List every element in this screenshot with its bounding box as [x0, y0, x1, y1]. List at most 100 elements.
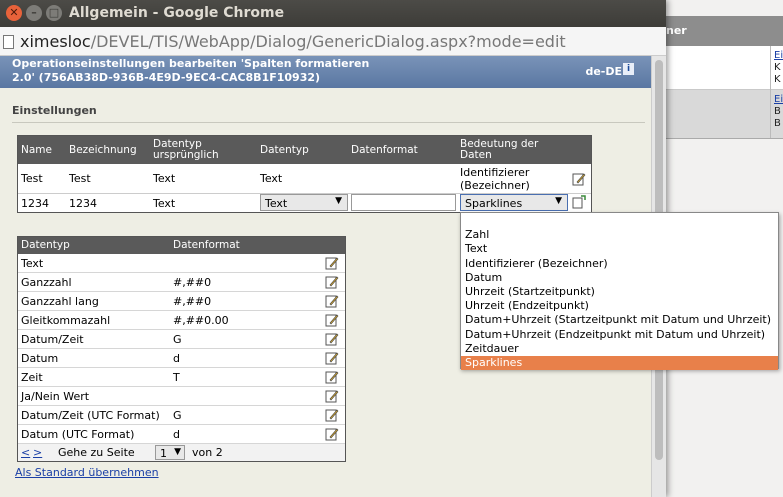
prev-page-link[interactable]: < — [21, 446, 30, 459]
meaning-select[interactable]: Sparklines ▼ — [460, 194, 568, 211]
dropdown-option[interactable]: Datum+Uhrzeit (Endzeitpunkt mit Datum un… — [461, 328, 778, 342]
format-value-cell: d — [173, 352, 180, 365]
pager: < > Gehe zu Seite 1 ▼ von 2 — [18, 444, 345, 461]
format-value-cell: #,##0.00 — [173, 314, 229, 327]
table-row: Datum/Zeit (UTC Format) G — [18, 406, 345, 425]
section-title: Einstellungen — [12, 104, 97, 117]
dropdown-option[interactable]: Zeitdauer — [461, 342, 778, 356]
close-window-button[interactable]: ✕ — [6, 5, 22, 21]
table-row: Text — [18, 254, 345, 273]
dropdown-option[interactable]: Datum — [461, 271, 778, 285]
format-type-cell: Ja/Nein Wert — [21, 390, 90, 403]
format-type-cell: Ganzzahl — [21, 276, 72, 289]
edit-icon[interactable] — [325, 408, 339, 422]
section-divider — [12, 122, 645, 123]
table-row: Gleitkommazahl #,##0.00 — [18, 311, 345, 330]
dropdown-option[interactable]: Uhrzeit (Endzeitpunkt) — [461, 299, 778, 313]
table-row: Datum (UTC Format) d — [18, 425, 345, 444]
dropdown-option[interactable]: Uhrzeit (Startzeitpunkt) — [461, 285, 778, 299]
type-select[interactable]: Text ▼ — [260, 194, 348, 211]
dialog-header-title-1: Operationseinstellungen bearbeiten 'Spal… — [12, 57, 370, 70]
info-icon[interactable]: i — [623, 63, 634, 75]
next-page-link[interactable]: > — [33, 446, 42, 459]
edit-icon[interactable] — [325, 332, 339, 346]
table-row: Zeit T — [18, 368, 345, 387]
edit-icon[interactable] — [572, 172, 586, 186]
columns-table: Name Bezeichnung Datentyp ursprünglich D… — [17, 135, 592, 213]
cell-orig-type: Text — [153, 172, 176, 185]
dropdown-option[interactable]: Sparklines — [461, 356, 778, 370]
chevron-down-icon: ▼ — [555, 196, 562, 206]
format-value-cell: G — [173, 409, 182, 422]
columns-table-header: Name Bezeichnung Datentyp ursprünglich D… — [18, 136, 591, 164]
page-select[interactable]: 1 ▼ — [155, 445, 185, 460]
col-header-format: Datenformat — [351, 144, 418, 156]
chevron-down-icon: ▼ — [335, 196, 342, 206]
chevron-down-icon: ▼ — [174, 447, 181, 457]
dropdown-option[interactable] — [461, 214, 778, 228]
minimize-window-button[interactable]: – — [26, 5, 42, 21]
format-table: Datentyp Datenformat Text Ganzzahl #,##0 Ga… — [17, 236, 346, 462]
cell-orig-type: Text — [153, 197, 176, 210]
cell-meaning: Identifizierer (Bezeichner) — [460, 166, 530, 192]
format-type-cell: Gleitkommazahl — [21, 314, 111, 327]
edit-icon[interactable] — [325, 351, 339, 365]
col-header-type: Datentyp — [260, 144, 309, 156]
table-row: Datum/Zeit G — [18, 330, 345, 349]
dropdown-option[interactable]: Identifizierer (Bezeichner) — [461, 257, 778, 271]
col-header-name: Name — [21, 144, 52, 156]
set-default-link[interactable]: Als Standard übernehmen — [15, 466, 159, 479]
format-header-format: Datenformat — [173, 239, 240, 251]
dropdown-option[interactable]: Datum+Uhrzeit (Startzeitpunkt mit Datum … — [461, 313, 778, 327]
meaning-dropdown-list: Zahl Text Identifizierer (Bezeichner) Datum… — [460, 212, 779, 370]
format-value-cell: #,##0 — [173, 276, 212, 289]
format-input[interactable] — [351, 194, 456, 211]
page-icon — [3, 35, 14, 49]
dropdown-option[interactable]: Zahl — [461, 228, 778, 242]
format-type-cell: Text — [21, 257, 44, 270]
table-row: Ja/Nein Wert — [18, 387, 345, 406]
cell-label: 1234 — [69, 197, 97, 210]
language-label: de-DE — [585, 65, 622, 78]
format-type-cell: Ganzzahl lang — [21, 295, 99, 308]
dialog-header-title-2: 2.0' (756AB38D-936B-4E9D-9EC4-CAC8B1F109… — [12, 71, 321, 84]
format-type-cell: Datum (UTC Format) — [21, 428, 135, 441]
edit-icon[interactable] — [325, 294, 339, 308]
new-document-icon[interactable] — [572, 195, 586, 209]
window-title: Allgemein - Google Chrome — [69, 5, 285, 21]
col-header-label: Bezeichnung — [69, 144, 137, 156]
maximize-window-button[interactable]: □ — [46, 5, 62, 21]
edit-icon[interactable] — [325, 389, 339, 403]
edit-icon[interactable] — [325, 256, 339, 270]
dropdown-option[interactable]: Text — [461, 242, 778, 256]
format-value-cell: d — [173, 428, 180, 441]
address-bar[interactable]: ximesloc/DEVEL/TIS/WebApp/Dialog/Generic… — [0, 27, 666, 56]
background-cell: Ei B B — [774, 94, 783, 129]
cell-name: Test — [21, 172, 43, 185]
edit-icon[interactable] — [325, 370, 339, 384]
cell-type: Text — [260, 172, 283, 185]
dialog-header: Operationseinstellungen bearbeiten 'Spal… — [0, 56, 651, 88]
table-row: Ganzzahl lang #,##0 — [18, 292, 345, 311]
table-row: Ganzzahl #,##0 — [18, 273, 345, 292]
format-type-cell: Datum/Zeit (UTC Format) — [21, 409, 160, 422]
page-count-label: von 2 — [192, 446, 223, 459]
edit-icon[interactable] — [325, 313, 339, 327]
url-path: /DEVEL/TIS/WebApp/Dialog/GenericDialog.a… — [90, 32, 566, 51]
url-host: ximesloc — [20, 32, 91, 51]
edit-icon[interactable] — [325, 275, 339, 289]
cell-label: Test — [69, 172, 91, 185]
col-header-meaning: Bedeutung der Daten — [460, 138, 539, 161]
format-type-cell: Zeit — [21, 371, 43, 384]
format-table-header: Datentyp Datenformat — [18, 237, 345, 254]
col-header-orig-type: Datentyp ursprünglich — [153, 138, 219, 161]
title-bar: ✕ – □ Allgemein - Google Chrome — [0, 0, 666, 27]
table-row: 1234 1234 Text Text ▼ Sparklines ▼ — [18, 194, 591, 212]
table-row: Test Test Text Text Identifizierer (Beze… — [18, 164, 591, 194]
cell-name: 1234 — [21, 197, 49, 210]
format-header-type: Datentyp — [21, 239, 70, 251]
format-type-cell: Datum/Zeit — [21, 333, 84, 346]
format-type-cell: Datum — [21, 352, 59, 365]
edit-icon[interactable] — [325, 427, 339, 441]
format-value-cell: G — [173, 333, 182, 346]
